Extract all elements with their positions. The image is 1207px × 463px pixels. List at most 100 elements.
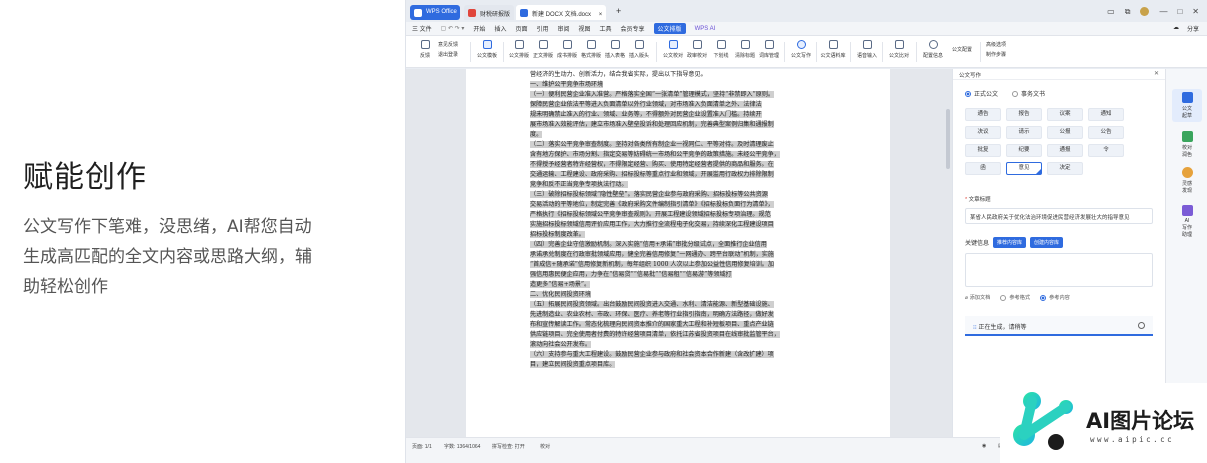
ribbon-official-writing[interactable]: 公文写作	[788, 40, 814, 59]
ribbon-doc-config[interactable]: 公文配置	[952, 46, 972, 53]
tab-wps-office[interactable]: WPS Office	[410, 5, 460, 20]
menu-page[interactable]: 页面	[515, 24, 527, 33]
maximize-icon[interactable]: □	[1177, 7, 1182, 17]
layout-icon[interactable]: ▭	[1107, 7, 1115, 17]
doc-type-button[interactable]: 令	[1088, 144, 1124, 157]
menu-tools[interactable]: 工具	[600, 24, 612, 33]
tab-document-1[interactable]: 财税研报版	[464, 5, 514, 20]
menu-quick-tools[interactable]: ▢ ↶ ↷ ▾	[441, 25, 465, 32]
document-line[interactable]: 承诺承兑制度在行政审批领域应用，健全完善信用修复“一网通办、跨平台联动”机制，实…	[530, 250, 830, 260]
doc-type-button[interactable]: 议案	[1047, 108, 1083, 121]
document-line[interactable]: 竞争和反不正当竞争专项执法行动。	[530, 180, 830, 190]
doc-type-button[interactable]: 请示	[1006, 126, 1042, 139]
ribbon-corpus[interactable]: 公文语料库	[820, 40, 846, 59]
document-line[interactable]: 强信用惠民便企应用，力争在“信易贷”“信易批”“信易租”“信易游”等领域打	[530, 270, 830, 280]
keywords-input[interactable]	[965, 253, 1153, 287]
document-line[interactable]: （四）完善企业守信激励机制。深入实施“信用+承诺”审批分级试点，全面推行企业信用	[530, 240, 830, 250]
document-line[interactable]: （六）支持参与重大工程建设。鼓励民营企业参与政府和社会资本合作新建（含改扩建）项	[530, 350, 830, 360]
ribbon-template[interactable]: 公文模板	[474, 40, 500, 59]
document-line[interactable]: （五）拓展民间投资领域。出台鼓励民间投资进入交通、水利、清洁能源、新型基础设施、	[530, 300, 830, 310]
radio-ref-content[interactable]: 参考内容	[1040, 294, 1070, 301]
doc-type-button[interactable]: 纪要	[1006, 144, 1042, 157]
document-line[interactable]: 交通运输、工程建设、政府采购、招标投标等重点行业和领域，开展滥用行政权力排除限制	[530, 170, 830, 180]
document-line[interactable]: 供应链项目、完全使用者付费的特许经营项目清单，依托江苏省投资项目在线审批监管平台…	[530, 330, 830, 340]
tool-draft[interactable]: 公文 起草	[1172, 89, 1202, 122]
ribbon-logout-link[interactable]: 退出登录	[438, 51, 458, 58]
document-line[interactable]: 布和宣传解读工作。常态化梳理向民间资本推介的国家重大工程和补短板项目、重点产业链	[530, 320, 830, 330]
spell-check[interactable]: 拼写检查: 打开	[492, 443, 525, 450]
document-line[interactable]: 不得授予经营者特许经营权，不得限定经营、购买、使用特定经营者提供的商品和服务。在	[530, 160, 830, 170]
document-line[interactable]: 先进制造业、农业农村、市政、环保、医疗、养老等行业指引指南，明确方法路径，做好发	[530, 310, 830, 320]
document-line[interactable]: “首成信+随承诺”信用修复新机制，每年组织 1000 人次以上参加公益性信用修复…	[530, 260, 830, 270]
ribbon-compare[interactable]: 公文比对	[886, 40, 912, 59]
title-input[interactable]: 某省人民政府关于优化法治环境促进民营经济发展壮大的指导意见	[965, 208, 1153, 224]
ribbon-format-layout[interactable]: 格式排版	[578, 40, 604, 59]
ribbon-book-layout[interactable]: 成书排版	[554, 40, 580, 59]
document-line[interactable]: （一）便利民营企业准入准营。严格落实全国“一张清单”管理模式，坚持“非禁即入”原…	[530, 90, 830, 100]
ribbon-voice-input[interactable]: 语音输入	[854, 40, 880, 59]
document-line[interactable]: （二）落实公平竞争审查制度。坚持对各类所有制企业一视同仁、平等对待。及时清理废止	[530, 140, 830, 150]
doc-type-button[interactable]: 公告	[1088, 126, 1124, 139]
word-count[interactable]: 字数: 1364/1064	[444, 443, 480, 450]
document-line[interactable]: 实施招标投标领域信用评价应用工作，大力推行全流程电子化交易，持续深化工程建设项目	[530, 220, 830, 230]
document-line[interactable]: 招标投标制度改革。	[530, 230, 830, 240]
ribbon-proofread[interactable]: 公文校对	[660, 40, 686, 59]
menu-wps-ai[interactable]: WPS AI	[695, 26, 716, 32]
ribbon-layout[interactable]: 公文排版	[506, 40, 532, 59]
doc-type-button[interactable]: 通报	[1047, 144, 1083, 157]
add-document-button[interactable]: ⌀ 添加文档	[965, 294, 990, 301]
ribbon-underline[interactable]: 下划线	[708, 40, 734, 59]
document-line[interactable]: 度。	[530, 130, 830, 140]
menu-member[interactable]: 会员专享	[621, 24, 645, 33]
document-line[interactable]: 严格执行《招标投标领域公平竞争审查规则》。开展工程建设领域招标投标专项治理。规范	[530, 210, 830, 220]
radio-affairs[interactable]: 事务文书	[1012, 89, 1045, 98]
tool-polish[interactable]: 校对 润色	[1172, 131, 1202, 158]
close-panel-icon[interactable]: ✕	[1154, 70, 1159, 77]
menu-file[interactable]: 三 文件	[412, 24, 432, 33]
ribbon-lexicon[interactable]: 词库管理	[756, 40, 782, 59]
vertical-scrollbar[interactable]	[946, 109, 950, 169]
document-body[interactable]: 营经济的生动力、创新活力，结合我省实际，提出以下指导意见。 一、维护公平竞争市场环…	[530, 70, 830, 370]
document-page[interactable]: 营经济的生动力、创新活力，结合我省实际，提出以下指导意见。 一、维护公平竞争市场环…	[466, 69, 890, 437]
document-line[interactable]: 一、维护公平竞争市场环境	[530, 80, 830, 90]
avatar[interactable]	[1140, 7, 1150, 16]
new-tab-icon[interactable]: +	[616, 6, 621, 16]
ribbon-clear-title[interactable]: 清除标题	[732, 40, 758, 59]
document-line[interactable]: 保障民营企业依法平等进入负面清单以外行业领域，对市场准入负面清单之外、法律法	[530, 100, 830, 110]
share-button[interactable]: 分享	[1187, 24, 1199, 33]
tab-document-2[interactable]: 新建 DOCX 文档.docx ×	[516, 5, 606, 20]
ribbon-body-layout[interactable]: 正文排版	[530, 40, 556, 59]
stop-icon[interactable]	[1138, 322, 1145, 329]
document-line[interactable]: 交易活动的平等地位，制定完善《政府采购文件编制指引清单》《招标投标负面行为清单》…	[530, 200, 830, 210]
cloud-icon[interactable]: ☁	[1173, 24, 1179, 33]
recommend-library-button[interactable]: 推荐内容库	[993, 237, 1027, 248]
doc-type-button[interactable]: 报告	[1006, 108, 1042, 121]
document-line[interactable]: 二、优化民间投资环境	[530, 290, 830, 300]
doc-type-button[interactable]: 批复	[965, 144, 1001, 157]
document-line[interactable]: 目，建立民间投资重点项目库。	[530, 360, 830, 370]
doc-type-button[interactable]: 通告	[965, 108, 1001, 121]
ribbon-steps[interactable]: 制作步骤	[986, 51, 1006, 58]
doc-type-button[interactable]: 公报	[1047, 126, 1083, 139]
document-line[interactable]: 展市场准入效能评估，建立市场准入壁垒投诉和处理回应机制，完善典型案例归集和通报制	[530, 120, 830, 130]
menu-view[interactable]: 视图	[579, 24, 591, 33]
ribbon-insert-header[interactable]: 插入版头	[626, 40, 652, 59]
window-icon[interactable]: ⧉	[1125, 7, 1131, 17]
close-icon[interactable]: ✕	[1192, 7, 1199, 17]
document-line[interactable]: 含有地方保护、市场分割、指定交易等妨碍统一市场和公平竞争的政策措施。未经公平竞争…	[530, 150, 830, 160]
document-line[interactable]: 滚动向社会公开发布。	[530, 340, 830, 350]
ribbon-insert-table[interactable]: 插入表格	[602, 40, 628, 59]
menu-home[interactable]: 开始	[473, 24, 485, 33]
menu-review[interactable]: 审阅	[557, 24, 569, 33]
create-library-button[interactable]: 创建内容库	[1030, 237, 1064, 248]
close-tab-icon[interactable]: ×	[599, 12, 603, 18]
menu-insert[interactable]: 插入	[494, 24, 506, 33]
ribbon-feedback-link[interactable]: 意见反馈	[438, 41, 458, 48]
eye-icon[interactable]: ◉	[982, 443, 986, 449]
doc-type-button[interactable]: 决议	[965, 126, 1001, 139]
minimize-icon[interactable]: —	[1159, 7, 1167, 17]
menu-reference[interactable]: 引用	[536, 24, 548, 33]
menu-official-doc[interactable]: 公文排版	[653, 23, 686, 34]
document-line[interactable]: （三）破除招标投标领域“隐性壁垒”。落实民营企业参与政府采购、招标投标等公共资源	[530, 190, 830, 200]
doc-type-button[interactable]: 通知	[1088, 108, 1124, 121]
